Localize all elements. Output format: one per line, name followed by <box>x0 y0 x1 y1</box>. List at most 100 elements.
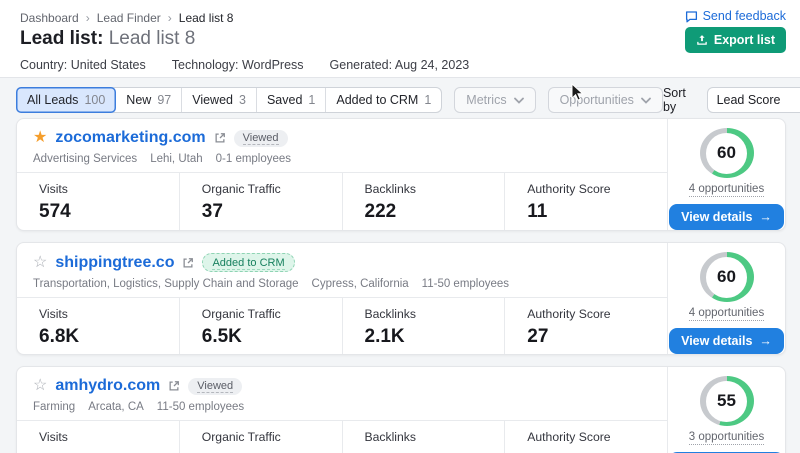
tab-all-leads-label: All Leads <box>27 93 78 107</box>
lead-domain-link[interactable]: shippingtree.co <box>55 254 174 272</box>
metric-authority-score: Authority Score 11 <box>504 173 667 230</box>
lead-employees: 11-50 employees <box>422 278 509 290</box>
lead-domain-link[interactable]: zocomarketing.com <box>55 129 205 147</box>
breadcrumb-separator: › <box>86 11 90 25</box>
arrow-right-icon: → <box>759 210 772 224</box>
metric-label: Visits <box>39 182 179 196</box>
lead-card-main: ☆ shippingtree.co Added to CRM Transport… <box>17 243 667 354</box>
lead-metrics-row: Visits 6.8K Organic Traffic 6.5K Backlin… <box>17 297 667 354</box>
opportunities-link[interactable]: 4 opportunities <box>689 183 764 197</box>
lead-metrics-row: Visits 574 Organic Traffic 37 Backlinks … <box>17 172 667 230</box>
metric-label: Authority Score <box>527 430 667 444</box>
external-link-icon[interactable] <box>182 257 194 269</box>
tab-added-to-crm-label: Added to CRM <box>336 93 418 107</box>
sort-select[interactable]: Lead Score <box>707 87 800 113</box>
view-details-label: View details <box>681 210 752 224</box>
tab-all-leads[interactable]: All Leads 100 <box>16 87 116 113</box>
page-header: Dashboard › Lead Finder › Lead list 8 Se… <box>0 0 800 78</box>
list-meta: Country: United States Technology: WordP… <box>20 58 469 72</box>
lead-score-donut: 60 <box>700 252 754 302</box>
metric-visits: Visits <box>17 421 179 453</box>
lead-info: Transportation, Logistics, Supply Chain … <box>33 278 651 290</box>
tab-added-to-crm-count: 1 <box>424 93 431 107</box>
tab-new[interactable]: New 97 <box>116 88 182 112</box>
lead-info: Farming Arcata, CA 11-50 employees <box>33 401 651 413</box>
external-link-icon[interactable] <box>168 380 180 392</box>
tab-all-leads-count: 100 <box>84 93 105 107</box>
metric-label: Authority Score <box>527 307 667 321</box>
lead-score-panel: 60 4 opportunities View details → <box>667 243 785 354</box>
lead-industry: Advertising Services <box>33 153 137 165</box>
view-details-button[interactable]: View details → <box>669 204 784 230</box>
metrics-dropdown-label: Metrics <box>466 93 506 107</box>
page-title: Lead list: Lead list 8 <box>20 28 195 50</box>
sort-by-label: Sort by <box>663 86 699 114</box>
opportunities-link[interactable]: 3 opportunities <box>689 431 764 445</box>
external-link-icon[interactable] <box>214 132 226 144</box>
metric-backlinks: Backlinks <box>342 421 505 453</box>
status-badge-label: Viewed <box>197 380 233 393</box>
export-list-button[interactable]: Export list <box>685 27 786 53</box>
lead-card: ★ zocomarketing.com Viewed Advertising S… <box>16 118 786 231</box>
metric-visits: Visits 574 <box>17 173 179 230</box>
filter-toolbar: All Leads 100 New 97 Viewed 3 Saved 1 Ad… <box>16 87 786 113</box>
lead-card-main: ☆ amhydro.com Viewed Farming Arcata, CA … <box>17 367 667 453</box>
send-feedback-link[interactable]: Send feedback <box>685 9 786 23</box>
page-title-label: Lead list: <box>20 28 103 49</box>
metrics-dropdown[interactable]: Metrics <box>454 87 535 113</box>
metric-organic-traffic: Organic Traffic 6.5K <box>179 298 342 354</box>
breadcrumb-separator: › <box>168 11 172 25</box>
star-filled-icon[interactable]: ★ <box>33 130 47 146</box>
lead-score-panel: 55 3 opportunities View details → <box>667 367 785 453</box>
lead-employees: 11-50 employees <box>157 401 244 413</box>
lead-score-panel: 60 4 opportunities View details → <box>667 119 785 230</box>
lead-location: Lehi, Utah <box>150 153 202 165</box>
breadcrumb-dashboard[interactable]: Dashboard <box>20 11 79 25</box>
meta-generated: Generated: Aug 24, 2023 <box>330 58 470 72</box>
metric-label: Backlinks <box>365 182 505 196</box>
metric-organic-traffic: Organic Traffic <box>179 421 342 453</box>
metric-label: Organic Traffic <box>202 182 342 196</box>
lead-info: Advertising Services Lehi, Utah 0-1 empl… <box>33 153 651 165</box>
metric-backlinks: Backlinks 222 <box>342 173 505 230</box>
opportunities-link[interactable]: 4 opportunities <box>689 307 764 321</box>
lead-domain-link[interactable]: amhydro.com <box>55 377 160 395</box>
chevron-down-icon <box>641 97 651 104</box>
star-outline-icon[interactable]: ☆ <box>33 378 47 394</box>
lead-card-header: ☆ amhydro.com Viewed Farming Arcata, CA … <box>17 367 667 420</box>
status-badge: Added to CRM <box>202 253 294 272</box>
metric-value: 2.1K <box>365 326 505 348</box>
lead-score-donut: 55 <box>700 376 754 426</box>
metric-label: Visits <box>39 430 179 444</box>
tab-viewed[interactable]: Viewed 3 <box>182 88 257 112</box>
status-badge: Viewed <box>188 378 242 395</box>
lead-industry: Farming <box>33 401 75 413</box>
lead-card-header: ★ zocomarketing.com Viewed Advertising S… <box>17 119 667 172</box>
star-outline-icon[interactable]: ☆ <box>33 255 47 271</box>
meta-technology: Technology: WordPress <box>172 58 304 72</box>
lead-card-header: ☆ shippingtree.co Added to CRM Transport… <box>17 243 667 297</box>
lead-card-main: ★ zocomarketing.com Viewed Advertising S… <box>17 119 667 230</box>
lead-finder-screen: Dashboard › Lead Finder › Lead list 8 Se… <box>0 0 800 453</box>
tab-viewed-label: Viewed <box>192 93 233 107</box>
sort-select-value: Lead Score <box>717 93 781 107</box>
tab-added-to-crm[interactable]: Added to CRM 1 <box>326 88 441 112</box>
lead-card-list: ★ zocomarketing.com Viewed Advertising S… <box>16 118 786 453</box>
metric-label: Backlinks <box>365 307 505 321</box>
tab-saved[interactable]: Saved 1 <box>257 88 326 112</box>
tab-new-label: New <box>126 93 151 107</box>
breadcrumb-lead-finder[interactable]: Lead Finder <box>97 11 161 25</box>
view-details-button[interactable]: View details → <box>669 328 784 354</box>
lead-card: ☆ shippingtree.co Added to CRM Transport… <box>16 242 786 355</box>
lead-score-value: 60 <box>706 133 747 174</box>
lead-status-tabs: All Leads 100 New 97 Viewed 3 Saved 1 Ad… <box>16 87 442 113</box>
lead-score-value: 55 <box>706 381 747 422</box>
opportunities-dropdown[interactable]: Opportunities <box>548 87 663 113</box>
lead-employees: 0-1 employees <box>216 153 291 165</box>
view-details-label: View details <box>681 334 752 348</box>
send-feedback-label: Send feedback <box>703 9 786 23</box>
metric-label: Authority Score <box>527 182 667 196</box>
tab-saved-count: 1 <box>308 93 315 107</box>
lead-metrics-row: Visits Organic Traffic Backlinks Authori… <box>17 420 667 453</box>
tab-new-count: 97 <box>157 93 171 107</box>
